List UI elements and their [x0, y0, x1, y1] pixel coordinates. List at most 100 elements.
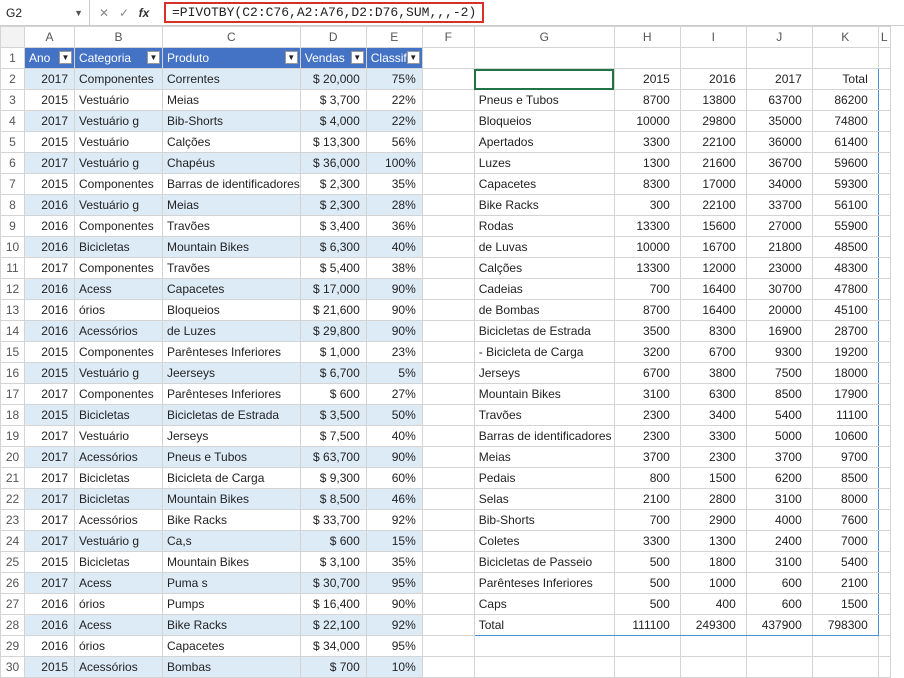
cell-F2[interactable] — [422, 69, 474, 90]
cell-E11[interactable]: 38% — [366, 258, 422, 279]
cell-E21[interactable]: 60% — [366, 468, 422, 489]
cell-E14[interactable]: 90% — [366, 321, 422, 342]
cell-G12[interactable]: Cadeias — [474, 279, 614, 300]
cell-F7[interactable] — [422, 174, 474, 195]
cell-G19[interactable]: Barras de identificadores — [474, 426, 614, 447]
cell-E25[interactable]: 35% — [366, 552, 422, 573]
cell-C5[interactable]: Calções — [163, 132, 301, 153]
col-header-G[interactable]: G — [474, 27, 614, 48]
cell-E13[interactable]: 90% — [366, 300, 422, 321]
name-box[interactable]: G2 ▼ — [0, 0, 90, 25]
filter-dropdown-icon[interactable]: ▼ — [285, 51, 298, 64]
cell-C3[interactable]: Meias — [163, 90, 301, 111]
cell-E3[interactable]: 22% — [366, 90, 422, 111]
cell-C21[interactable]: Bicicleta de Carga — [163, 468, 301, 489]
cell-C2[interactable]: Correntes — [163, 69, 301, 90]
cell-A24[interactable]: 2017 — [25, 531, 75, 552]
row-header-12[interactable]: 12 — [1, 279, 25, 300]
cell-I28[interactable]: 249300 — [680, 615, 746, 636]
cell-J24[interactable]: 2400 — [746, 531, 812, 552]
row-header-7[interactable]: 7 — [1, 174, 25, 195]
cell-K3[interactable]: 86200 — [812, 90, 878, 111]
cell-B24[interactable]: Vestuário g — [75, 531, 163, 552]
cell-C9[interactable]: Travões — [163, 216, 301, 237]
cell-B22[interactable]: Bicicletas — [75, 489, 163, 510]
cell-F26[interactable] — [422, 573, 474, 594]
select-all-corner[interactable] — [1, 27, 25, 48]
cell-I10[interactable]: 16700 — [680, 237, 746, 258]
cell-L13[interactable] — [878, 300, 890, 321]
cell-H25[interactable]: 500 — [614, 552, 680, 573]
cell-C13[interactable]: Bloqueios — [163, 300, 301, 321]
cell-A6[interactable]: 2017 — [25, 153, 75, 174]
cell-B17[interactable]: Componentes — [75, 384, 163, 405]
cell-L5[interactable] — [878, 132, 890, 153]
cell-K18[interactable]: 11100 — [812, 405, 878, 426]
cell-E19[interactable]: 40% — [366, 426, 422, 447]
cell-B30[interactable]: Acessórios — [75, 657, 163, 678]
cell-K4[interactable]: 74800 — [812, 111, 878, 132]
cell-K19[interactable]: 10600 — [812, 426, 878, 447]
col-header-I[interactable]: I — [680, 27, 746, 48]
cell-A20[interactable]: 2017 — [25, 447, 75, 468]
cell-J22[interactable]: 3100 — [746, 489, 812, 510]
cell-G20[interactable]: Meias — [474, 447, 614, 468]
cell-I9[interactable]: 15600 — [680, 216, 746, 237]
cell-D29[interactable]: $ 34,000 — [300, 636, 366, 657]
cell-H16[interactable]: 6700 — [614, 363, 680, 384]
cell-K1[interactable] — [812, 48, 878, 69]
row-header-28[interactable]: 28 — [1, 615, 25, 636]
cell-D8[interactable]: $ 2,300 — [300, 195, 366, 216]
cell-G3[interactable]: Pneus e Tubos — [474, 90, 614, 111]
cell-I15[interactable]: 6700 — [680, 342, 746, 363]
cell-C20[interactable]: Pneus e Tubos — [163, 447, 301, 468]
cell-B16[interactable]: Vestuário g — [75, 363, 163, 384]
cell-G2[interactable] — [474, 69, 614, 90]
row-header-26[interactable]: 26 — [1, 573, 25, 594]
col-header-E[interactable]: E — [366, 27, 422, 48]
spreadsheet-grid[interactable]: ABCDEFGHIJKL1Ano▼Categoria▼Produto▼Venda… — [0, 26, 904, 678]
cell-A5[interactable]: 2015 — [25, 132, 75, 153]
cell-H8[interactable]: 300 — [614, 195, 680, 216]
cell-E8[interactable]: 28% — [366, 195, 422, 216]
cell-I5[interactable]: 22100 — [680, 132, 746, 153]
cell-J28[interactable]: 437900 — [746, 615, 812, 636]
cell-I14[interactable]: 8300 — [680, 321, 746, 342]
col-header-B[interactable]: B — [75, 27, 163, 48]
cell-C1[interactable]: Produto▼ — [163, 48, 301, 69]
fx-icon[interactable]: fx — [136, 6, 152, 20]
cell-C10[interactable]: Mountain Bikes — [163, 237, 301, 258]
cell-I30[interactable] — [680, 657, 746, 678]
cell-J23[interactable]: 4000 — [746, 510, 812, 531]
cell-A21[interactable]: 2017 — [25, 468, 75, 489]
cell-E28[interactable]: 92% — [366, 615, 422, 636]
cell-A11[interactable]: 2017 — [25, 258, 75, 279]
cell-H2[interactable]: 2015 — [614, 69, 680, 90]
cell-L1[interactable] — [878, 48, 890, 69]
cell-L24[interactable] — [878, 531, 890, 552]
cell-G16[interactable]: Jerseys — [474, 363, 614, 384]
cell-E22[interactable]: 46% — [366, 489, 422, 510]
cell-D17[interactable]: $ 600 — [300, 384, 366, 405]
cell-F29[interactable] — [422, 636, 474, 657]
cell-D13[interactable]: $ 21,600 — [300, 300, 366, 321]
cell-I12[interactable]: 16400 — [680, 279, 746, 300]
cell-A9[interactable]: 2016 — [25, 216, 75, 237]
cell-F20[interactable] — [422, 447, 474, 468]
cell-K16[interactable]: 18000 — [812, 363, 878, 384]
cell-L3[interactable] — [878, 90, 890, 111]
cell-C28[interactable]: Bike Racks — [163, 615, 301, 636]
cell-C27[interactable]: Pumps — [163, 594, 301, 615]
cell-D6[interactable]: $ 36,000 — [300, 153, 366, 174]
cell-E5[interactable]: 56% — [366, 132, 422, 153]
cell-C17[interactable]: Parênteses Inferiores — [163, 384, 301, 405]
col-header-K[interactable]: K — [812, 27, 878, 48]
accept-check-icon[interactable]: ✓ — [116, 6, 132, 20]
cell-I3[interactable]: 13800 — [680, 90, 746, 111]
cell-G21[interactable]: Pedais — [474, 468, 614, 489]
cell-D24[interactable]: $ 600 — [300, 531, 366, 552]
cell-F16[interactable] — [422, 363, 474, 384]
cell-L22[interactable] — [878, 489, 890, 510]
row-header-9[interactable]: 9 — [1, 216, 25, 237]
cell-K26[interactable]: 2100 — [812, 573, 878, 594]
